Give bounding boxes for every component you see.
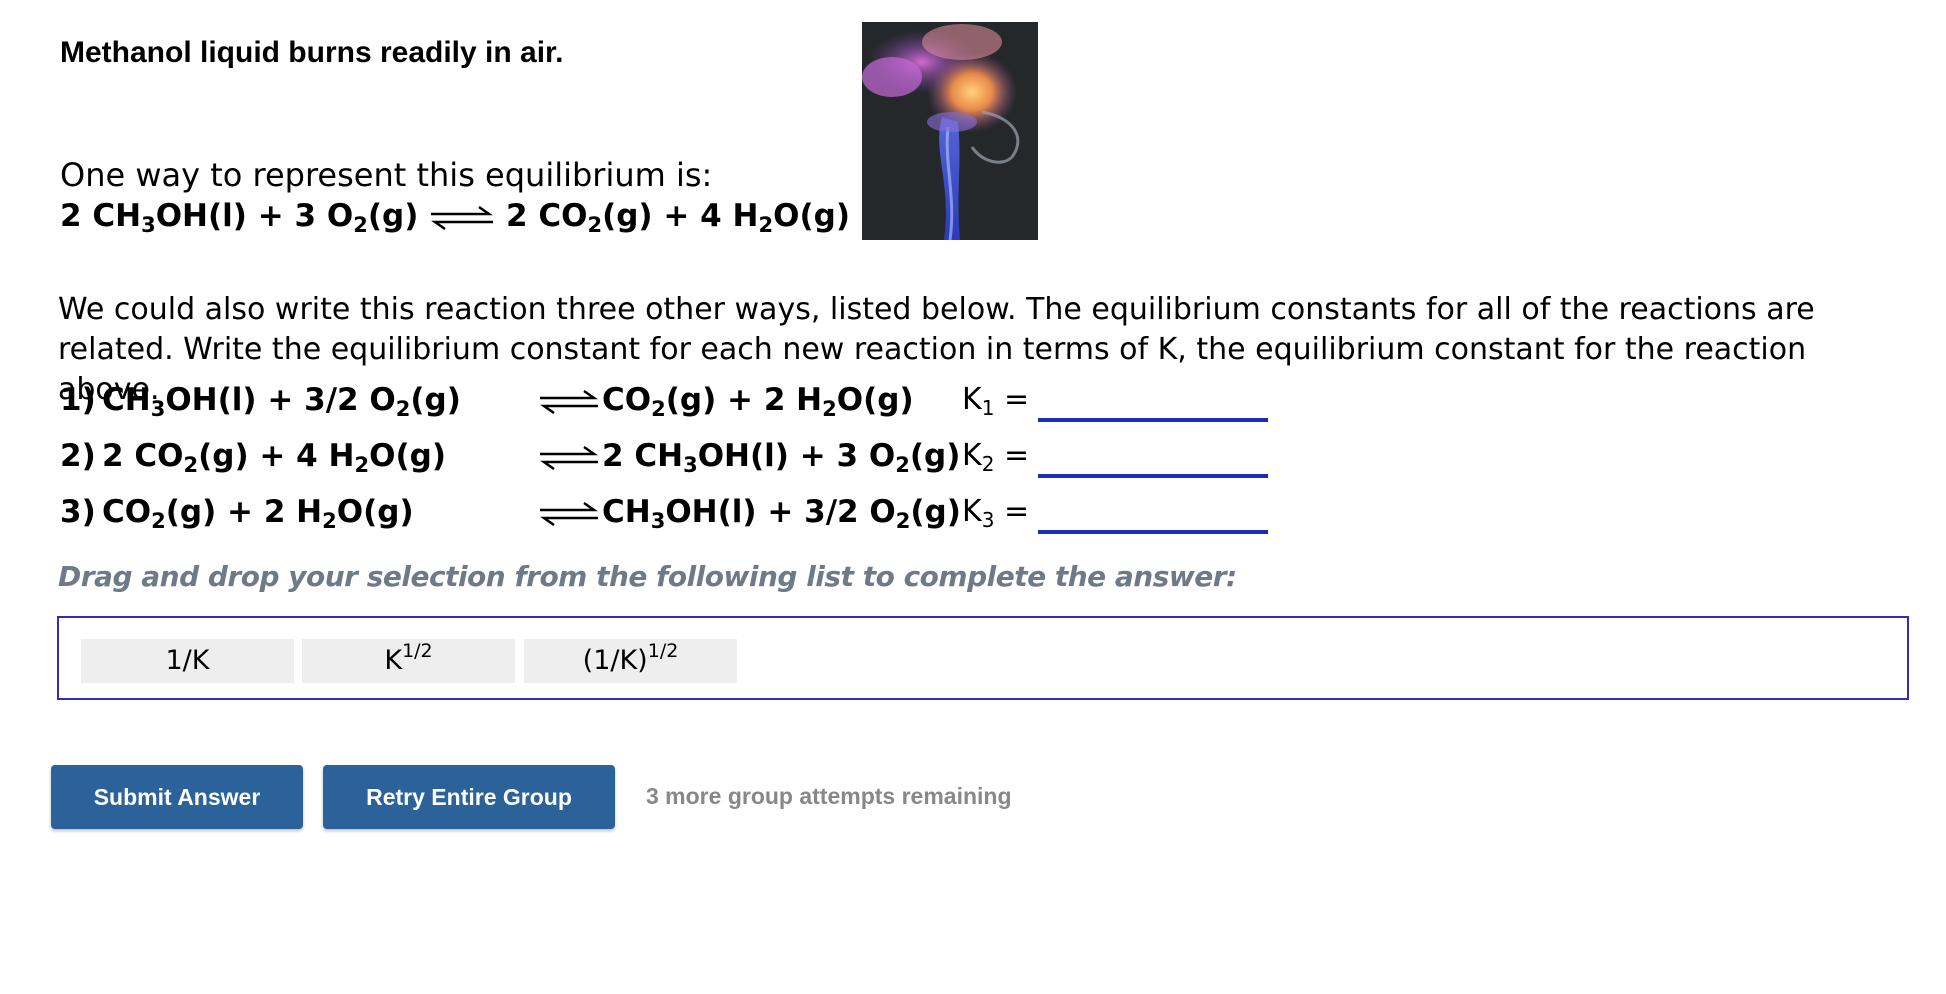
formula-subscript: 2 [183,453,199,477]
formula-text: 2 CO [102,438,184,474]
answer-tile-bank[interactable]: 1/K K1/2 (1/K)1/2 [57,616,1909,700]
formula-text: (g) [909,438,961,474]
formula-subscript: 2 [651,397,666,421]
formula-text: CO [102,494,152,530]
drag-drop-instruction: Drag and drop your selection from the fo… [58,560,1237,593]
formula-text: 2 CH [602,438,684,474]
formula-text: OH(l) + 3 O [697,438,896,474]
formula-subscript: 3 [150,397,166,421]
k-label: K1 = [962,382,1030,420]
intro-text: Methanol liquid burns readily in air. [60,36,564,69]
formula-text: OH(l) + 3/2 O [665,494,896,530]
formula-text: CH [102,382,151,418]
answer-tile-1-over-k-half[interactable]: (1/K)1/2 [524,639,737,683]
k3-answer-blank[interactable] [1038,530,1268,534]
formula-subscript: 2 [587,213,603,237]
reaction-number: 2) [60,438,96,474]
formula-subscript: 2 [353,213,368,237]
answer-tile-1-over-k[interactable]: 1/K [81,639,294,683]
formula-subscript: 2 [758,213,774,237]
reaction-reactants: CH3OH(l) + 3/2 O2(g) [102,382,461,421]
formula-text: O(g) [369,438,447,474]
reaction-products: CO2(g) + 2 H2O(g) [602,382,914,421]
formula-text: 2 CH [60,198,142,234]
formula-text: OH(l) + 3 O [155,198,354,234]
submit-answer-button[interactable]: Submit Answer [51,765,303,829]
reaction-products: 2 CH3OH(l) + 3 O2(g) [602,438,961,477]
formula-subscript: 3 [650,509,666,533]
formula-subscript: 3 [683,453,698,477]
formula-subscript: 3 [141,213,156,237]
formula-text: (g) [910,494,961,530]
formula-text: (g) [367,198,419,234]
formula-text: O(g) [336,494,414,530]
attempts-remaining-text: 3 more group attempts remaining [646,783,1012,809]
reaction-row-2: 2) 2 CO2(g) + 4 H2O(g) 2 CH3OH(l) + 3 O2… [60,438,1360,488]
formula-subscript: 2 [354,453,370,477]
formula-text: 2 CO [505,198,588,234]
reaction-row-1: 1) CH3OH(l) + 3/2 O2(g) CO2(g) + 2 H2O(g… [60,382,1360,432]
methanol-flame-image [862,22,1038,241]
formula-text: (g) + 2 H [665,382,823,418]
k1-answer-blank[interactable] [1038,418,1268,422]
reaction-reactants: 2 CO2(g) + 4 H2O(g) [102,438,447,477]
formula-subscript: 2 [895,509,911,533]
formula-subscript: 2 [822,397,837,421]
equilibrium-arrow-icon [538,390,600,414]
retry-entire-group-button[interactable]: Retry Entire Group [323,765,615,829]
formula-text: O(g) [836,382,914,418]
formula-subscript: 2 [395,397,411,421]
k2-answer-blank[interactable] [1038,474,1268,478]
answer-tile-k-half[interactable]: K1/2 [302,639,515,683]
formula-text: CO [602,382,652,418]
representation-lead: One way to represent this equilibrium is… [60,156,713,194]
formula-text: (g) + 4 H [198,438,355,474]
formula-text: OH(l) + 3/2 O [165,382,396,418]
main-products: 2 CO2(g) + 4 H2O(g) [505,198,850,237]
k-label: K2 = [962,438,1030,476]
formula-text: (g) [410,382,461,418]
reaction-number: 3) [60,494,96,530]
formula-text: CH [602,494,651,530]
formula-subscript: 2 [151,509,166,533]
main-reactants: 2 CH3OH(l) + 3 O2(g) [60,198,419,237]
equilibrium-arrow-icon [429,205,495,231]
reaction-reactants: CO2(g) + 2 H2O(g) [102,494,414,533]
main-equilibrium-equation: 2 CH3OH(l) + 3 O2(g) 2 CO2(g) + 4 H2O(g) [60,198,850,237]
formula-text: (g) + 2 H [165,494,323,530]
equilibrium-arrow-icon [538,502,600,526]
reaction-row-3: 3) CO2(g) + 2 H2O(g) CH3OH(l) + 3/2 O2(g… [60,494,1360,544]
formula-text: (g) + 4 H [602,198,759,234]
equilibrium-arrow-icon [538,446,600,470]
formula-subscript: 2 [322,509,337,533]
formula-subscript: 2 [895,453,910,477]
k-label: K3 = [962,494,1030,532]
reaction-number: 1) [60,382,96,418]
reaction-products: CH3OH(l) + 3/2 O2(g) [602,494,961,533]
formula-text: O(g) [773,198,850,234]
